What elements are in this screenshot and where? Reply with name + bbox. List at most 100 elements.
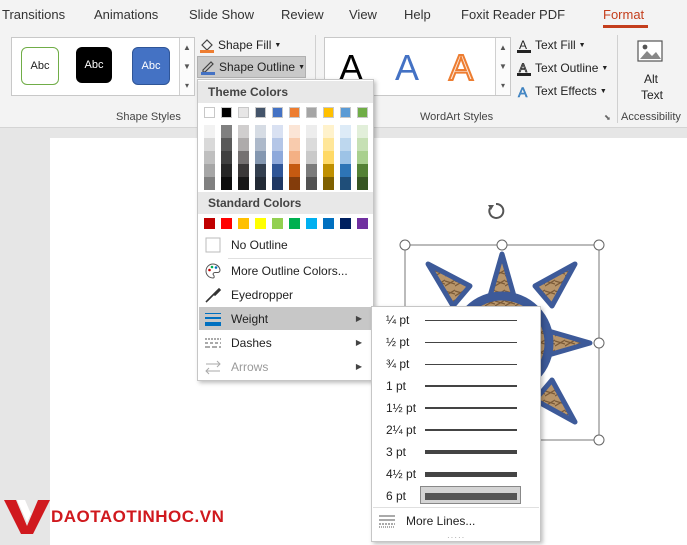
gallery-up-icon[interactable]: ▲ xyxy=(180,38,194,57)
shape-styles-gallery-scroll[interactable]: ▲ ▼ ▾ xyxy=(179,38,194,95)
wordart-gallery-scroll[interactable]: ▲ ▼ ▾ xyxy=(495,38,510,95)
theme-color-swatch[interactable] xyxy=(340,107,351,118)
rotate-handle-icon[interactable] xyxy=(488,202,505,219)
theme-color-shade-swatch[interactable] xyxy=(272,125,283,138)
weight-option[interactable]: 2¼ pt xyxy=(373,419,539,441)
tab-slide-show[interactable]: Slide Show xyxy=(189,7,254,22)
shape-style-preset-2[interactable]: Abc xyxy=(76,47,112,83)
standard-color-swatch[interactable] xyxy=(238,218,249,229)
gallery-up-icon[interactable]: ▲ xyxy=(496,38,510,57)
standard-color-swatch[interactable] xyxy=(204,218,215,229)
resize-grip-icon[interactable]: ····· xyxy=(447,533,465,542)
theme-color-shade-swatch[interactable] xyxy=(238,125,249,138)
theme-color-shade-swatch[interactable] xyxy=(255,164,266,177)
theme-color-shade-swatch[interactable] xyxy=(272,151,283,164)
weight-item[interactable]: Weight ▶ xyxy=(199,307,372,330)
theme-color-shade-swatch[interactable] xyxy=(204,125,215,138)
theme-color-shade-swatch[interactable] xyxy=(255,138,266,151)
dashes-item[interactable]: Dashes ▶ xyxy=(199,331,372,354)
theme-color-shade-swatch[interactable] xyxy=(204,177,215,190)
theme-color-shade-swatch[interactable] xyxy=(306,164,317,177)
tab-help[interactable]: Help xyxy=(404,7,431,22)
theme-color-shade-swatch[interactable] xyxy=(306,125,317,138)
eyedropper-item[interactable]: Eyedropper xyxy=(199,283,372,306)
theme-color-shade-swatch[interactable] xyxy=(289,138,300,151)
weight-option[interactable]: 1 pt xyxy=(373,375,539,397)
tab-review[interactable]: Review xyxy=(281,7,324,22)
more-outline-colors-item[interactable]: More Outline Colors... xyxy=(199,259,372,282)
theme-color-shade-swatch[interactable] xyxy=(357,138,368,151)
gallery-more-icon[interactable]: ▾ xyxy=(180,76,194,95)
theme-color-swatch[interactable] xyxy=(255,107,266,118)
weight-option[interactable]: ¾ pt xyxy=(373,353,539,375)
dialog-launcher-icon[interactable]: ⬊ xyxy=(604,113,611,122)
standard-color-swatch[interactable] xyxy=(289,218,300,229)
theme-color-shade-swatch[interactable] xyxy=(204,164,215,177)
alt-text-button[interactable]: Alt Text xyxy=(629,37,675,107)
weight-option[interactable]: 3 pt xyxy=(373,441,539,463)
standard-color-swatch[interactable] xyxy=(340,218,351,229)
standard-color-swatch[interactable] xyxy=(221,218,232,229)
theme-color-swatch[interactable] xyxy=(238,107,249,118)
theme-color-shade-swatch[interactable] xyxy=(340,177,351,190)
shape-outline-button[interactable]: Shape Outline ▼ xyxy=(197,56,306,78)
theme-color-shade-swatch[interactable] xyxy=(204,151,215,164)
theme-color-shade-swatch[interactable] xyxy=(357,177,368,190)
theme-color-swatch[interactable] xyxy=(306,107,317,118)
standard-color-swatch[interactable] xyxy=(357,218,368,229)
theme-color-swatch[interactable] xyxy=(221,107,232,118)
tab-foxit-reader-pdf[interactable]: Foxit Reader PDF xyxy=(461,7,565,22)
theme-color-swatch[interactable] xyxy=(272,107,283,118)
theme-color-swatch[interactable] xyxy=(357,107,368,118)
tab-transitions[interactable]: Transitions xyxy=(2,7,65,22)
theme-color-shade-swatch[interactable] xyxy=(221,138,232,151)
theme-color-shade-swatch[interactable] xyxy=(357,125,368,138)
text-outline-button[interactable]: A Text Outline ▼ xyxy=(516,58,608,78)
weight-option[interactable]: ¼ pt xyxy=(373,309,539,331)
theme-color-shade-swatch[interactable] xyxy=(255,151,266,164)
theme-color-shade-swatch[interactable] xyxy=(272,138,283,151)
weight-option[interactable]: ½ pt xyxy=(373,331,539,353)
wordart-preset-2[interactable]: A xyxy=(395,47,419,89)
theme-color-shade-swatch[interactable] xyxy=(255,125,266,138)
standard-color-swatch[interactable] xyxy=(272,218,283,229)
theme-color-shade-swatch[interactable] xyxy=(289,164,300,177)
theme-color-shade-swatch[interactable] xyxy=(323,151,334,164)
theme-color-shade-swatch[interactable] xyxy=(289,177,300,190)
theme-color-shade-swatch[interactable] xyxy=(357,164,368,177)
theme-color-shade-swatch[interactable] xyxy=(323,138,334,151)
no-outline-item[interactable]: No Outline xyxy=(199,233,372,256)
standard-color-swatch[interactable] xyxy=(255,218,266,229)
standard-color-swatch[interactable] xyxy=(323,218,334,229)
gallery-more-icon[interactable]: ▾ xyxy=(496,76,510,95)
more-lines-item[interactable]: More Lines... xyxy=(373,510,539,532)
theme-color-shade-swatch[interactable] xyxy=(340,138,351,151)
theme-color-shade-swatch[interactable] xyxy=(357,151,368,164)
shape-style-preset-3[interactable]: Abc xyxy=(132,47,170,85)
theme-color-shade-swatch[interactable] xyxy=(340,151,351,164)
weight-option[interactable]: 1½ pt xyxy=(373,397,539,419)
tab-format[interactable]: Format xyxy=(603,7,644,22)
theme-color-swatch[interactable] xyxy=(323,107,334,118)
theme-color-shade-swatch[interactable] xyxy=(289,125,300,138)
theme-color-shade-swatch[interactable] xyxy=(340,164,351,177)
tab-view[interactable]: View xyxy=(349,7,377,22)
theme-color-swatch[interactable] xyxy=(204,107,215,118)
wordart-preset-3[interactable]: A xyxy=(448,46,474,89)
theme-color-shade-swatch[interactable] xyxy=(272,164,283,177)
theme-color-shade-swatch[interactable] xyxy=(221,151,232,164)
theme-color-shade-swatch[interactable] xyxy=(255,177,266,190)
theme-color-swatch[interactable] xyxy=(289,107,300,118)
theme-color-shade-swatch[interactable] xyxy=(204,138,215,151)
theme-color-shade-swatch[interactable] xyxy=(238,151,249,164)
theme-color-shade-swatch[interactable] xyxy=(238,177,249,190)
theme-color-shade-swatch[interactable] xyxy=(221,164,232,177)
weight-option[interactable]: 6 pt xyxy=(373,485,539,507)
theme-color-shade-swatch[interactable] xyxy=(289,151,300,164)
theme-color-shade-swatch[interactable] xyxy=(323,164,334,177)
standard-color-swatch[interactable] xyxy=(306,218,317,229)
theme-color-shade-swatch[interactable] xyxy=(306,138,317,151)
theme-color-shade-swatch[interactable] xyxy=(306,177,317,190)
shape-style-preset-1[interactable]: Abc xyxy=(21,47,59,85)
theme-color-shade-swatch[interactable] xyxy=(221,125,232,138)
